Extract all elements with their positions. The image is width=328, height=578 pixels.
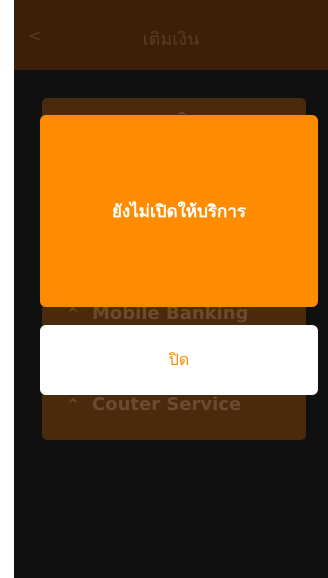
close-button-label: ปิด [168,351,190,369]
app-header: < เติมเงิน [14,0,328,70]
page-title: เติมเงิน [142,29,200,50]
menu-item-counter-service[interactable]: ^ Couter Service [66,394,241,415]
app-screen: < เติมเงิน ^ Mobile Banking ^ Couter Ser… [14,0,328,578]
alert-message: ยังไม่เปิดให้บริการ [111,201,247,222]
alert-dialog: ยังไม่เปิดให้บริการ [40,115,318,307]
chevron-up-icon: ^ [67,396,79,413]
menu-item-label: Couter Service [92,394,242,415]
close-button[interactable]: ปิด [40,325,318,395]
chevron-up-icon: ^ [67,305,79,322]
